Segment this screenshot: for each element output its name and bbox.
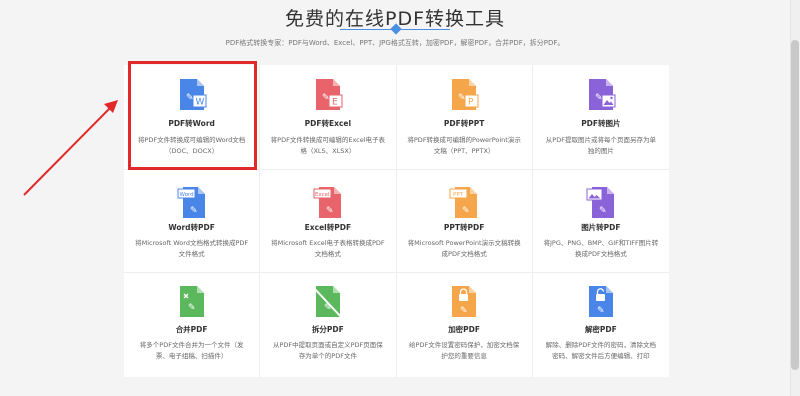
svg-text:✎: ✎ [597,306,605,316]
tool-card-pdf-to-excel[interactable]: ✎ E PDF转Excel 将PDF文件转换成可编辑的Excel电子表格（XLS… [260,65,397,170]
tool-card-ppt-to-pdf[interactable]: PPT ✎ PPT转PDF 将Microsoft PowerPoint演示文稿转… [396,170,533,273]
tool-title: PDF转PPT [443,119,485,128]
svg-text:✎: ✎ [462,206,470,216]
svg-text:Excel: Excel [315,192,330,198]
tool-title: Word转PDF [168,223,215,232]
svg-text:✎: ✎ [324,303,332,313]
tool-title: PPT转PDF [443,223,485,232]
tool-desc: 给PDF文件设置密码保护，加密文档保护您的重要信息 [409,341,520,360]
tool-desc: 将Microsoft Word文档格式转换成PDF文件格式 [135,239,249,258]
svg-text:✎: ✎ [190,206,198,216]
svg-text:PPT: PPT [453,192,464,198]
tool-desc: 从PDF提取图片或将每个页面另存为单独的图片 [545,136,656,155]
pdf-to-image-icon: ✎ [586,78,616,112]
svg-text:✎: ✎ [322,93,330,103]
tool-card-image-to-pdf[interactable]: ✎ 图片转PDF 将JPG、PNG、BMP、GIF和TIFF图片转换成PDF文档… [532,170,669,273]
tool-grid: ✎ W PDF转Word 将PDF文件转换成可编辑的Word文档（DOC、DOC… [124,65,669,377]
tool-desc: 将PDF文件转换成可编辑的Word文档（DOC、DOCX） [137,136,246,155]
svg-text:✎: ✎ [460,306,468,316]
tool-title: 合并PDF [175,325,208,334]
image-to-pdf-icon: ✎ [586,186,616,220]
merge-pdf-icon: ✎ [177,285,207,319]
tool-desc: 从PDF中提取页面或自定义PDF页面保存为单个的PDF文件 [272,341,383,360]
scrollbar-thumb[interactable] [791,40,799,370]
tool-card-pdf-to-ppt[interactable]: ✎ P PDF转PPT 将PDF转换成可编辑的PowerPoint演示文稿（PP… [396,65,533,170]
tool-card-pdf-to-image[interactable]: ✎ PDF转图片 从PDF提取图片或将每个页面另存为单独的图片 [532,65,669,170]
tool-card-word-to-pdf[interactable]: Word ✎ Word转PDF 将Microsoft Word文档格式转换成PD… [124,170,261,273]
excel-to-pdf-icon: Excel ✎ [313,186,343,220]
svg-text:P: P [468,98,474,108]
pdf-to-ppt-icon: ✎ P [449,78,479,112]
tool-card-pdf-to-word[interactable]: ✎ W PDF转Word 将PDF文件转换成可编辑的Word文档（DOC、DOC… [124,65,261,170]
tool-card-decrypt-pdf[interactable]: ✎ 解密PDF 解除、删除PDF文件的密码，清除文档密码、解密文件后方便编辑、打… [533,273,669,377]
scrollbar[interactable] [790,0,800,396]
tool-desc: 将Microsoft Excel电子表格转换成PDF文档格式 [271,239,385,258]
word-to-pdf-icon: Word ✎ [177,186,207,220]
svg-text:Word: Word [179,192,193,198]
tool-title: PDF转图片 [581,119,621,128]
encrypt-pdf-icon: ✎ [449,285,479,319]
page-subtitle: PDF格式转换专家：PDF与Word、Excel、PPT、JPG格式互转，加密P… [225,39,565,47]
tool-card-excel-to-pdf[interactable]: Excel ✎ Excel转PDF 将Microsoft Excel电子表格转换… [260,170,397,273]
tool-title: 图片转PDF [581,223,621,232]
tool-card-encrypt-pdf[interactable]: ✎ 加密PDF 给PDF文件设置密码保护，加密文档保护您的重要信息 [397,273,533,377]
tool-title: 解密PDF [584,325,617,334]
tool-desc: 将JPG、PNG、BMP、GIF和TIFF图片转换成PDF文档格式 [543,239,659,258]
decrypt-pdf-icon: ✎ [586,285,616,319]
pdf-to-word-icon: ✎ W [177,78,207,112]
svg-text:✎: ✎ [595,93,603,103]
tool-title: 拆分PDF [311,325,344,334]
svg-text:✎: ✎ [458,93,466,103]
tool-desc: 将多个PDF文件合并为一个文件（发票、电子组稿、扫描件） [139,341,244,360]
tool-card-split-pdf[interactable]: ✎ 拆分PDF 从PDF中提取页面或自定义PDF页面保存为单个的PDF文件 [260,273,397,377]
svg-text:✎: ✎ [186,93,194,103]
tool-title: PDF转Excel [304,119,352,128]
tool-title: 加密PDF [448,325,481,334]
svg-text:✎: ✎ [188,303,196,313]
tool-card-merge-pdf[interactable]: ✎ 合并PDF 将多个PDF文件合并为一个文件（发票、电子组稿、扫描件） [124,273,261,377]
pdf-to-excel-icon: ✎ E [313,78,343,112]
split-pdf-icon: ✎ [313,285,343,319]
svg-text:W: W [195,98,204,108]
tool-desc: 解除、删除PDF文件的密码，清除文档密码、解密文件后方便编辑、打印 [545,341,656,360]
tool-desc: 将Microsoft PowerPoint演示文稿转换成PDF文档格式 [407,239,521,258]
tool-desc: 将PDF文件转换成可编辑的Excel电子表格（XLS、XLSX） [270,136,386,155]
tool-desc: 将PDF转换成可编辑的PowerPoint演示文稿（PPT、PPTX） [407,136,521,155]
svg-text:✎: ✎ [599,206,607,216]
svg-text:✎: ✎ [326,206,334,216]
ppt-to-pdf-icon: PPT ✎ [449,186,479,220]
tool-title: Excel转PDF [304,223,352,232]
svg-text:E: E [332,98,338,108]
page: 免费的在线PDF转换工具 PDF格式转换专家：PDF与Word、Excel、PP… [0,0,800,396]
tool-title: PDF转Word [168,119,215,128]
